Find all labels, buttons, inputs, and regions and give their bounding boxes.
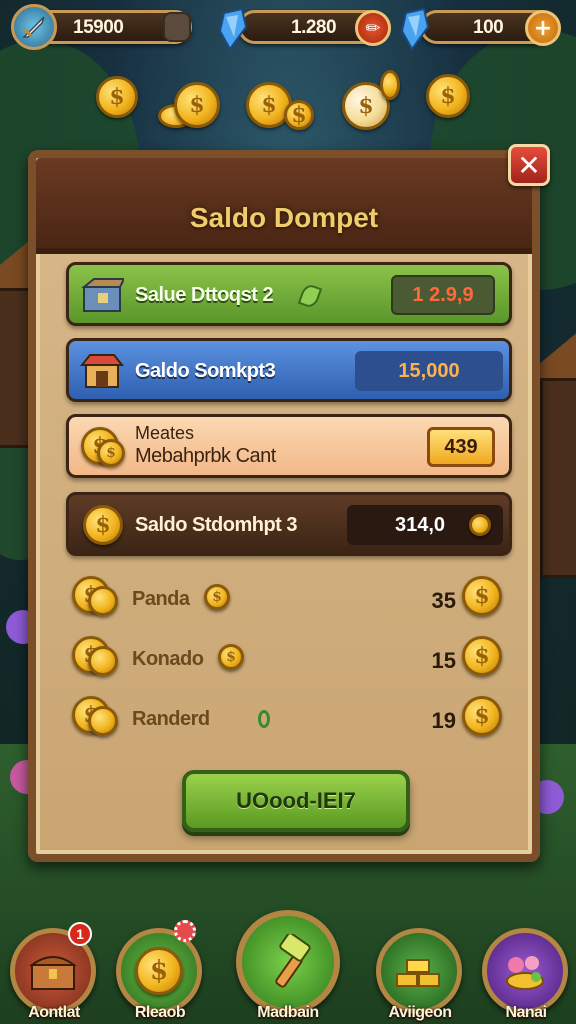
list-label: Konado [132, 648, 204, 670]
edit-button[interactable]: ✏ [355, 10, 391, 46]
row-value-text: 314,0 [395, 513, 446, 536]
floating-coins: $ $ $ $ $ $ [90, 70, 490, 140]
nav-item-chest[interactable]: 1 Aontlat [6, 912, 102, 1024]
list-label: Panda [132, 588, 190, 610]
resource-gem-1: 1.280 ✏ [218, 7, 391, 51]
coin-stack-icon: $ [72, 576, 118, 620]
balance-row-1[interactable]: Salue Dttoqst 2 1 2.9,9 [66, 262, 512, 326]
add-button[interactable]: + [525, 10, 561, 46]
resource-value: 15900 [73, 17, 124, 38]
resource-bar: 15900 1.280 ✏ 100 + [8, 4, 568, 51]
wallet-panel: Saldo Dompet Salue Dttoqst 2 1 2.9,9 Gal… [28, 150, 540, 862]
blue-gem-icon [397, 7, 433, 51]
leaf-icon [258, 710, 270, 728]
coin-icon: $ [79, 503, 125, 547]
balance-row-2[interactable]: Galdo Somkpt3 15,000 [66, 338, 512, 402]
coin-icon: $ [218, 644, 244, 670]
coin-icon [380, 70, 400, 100]
row-value: 15,000 [355, 351, 503, 391]
coin-icon: $ [426, 74, 470, 118]
balance-row-4[interactable]: $ Saldo Stdomhpt 3 314,0 [66, 492, 512, 556]
panel-title: Saldo Dompet [189, 202, 379, 233]
row-label: Saldo Stdomhpt 3 [135, 514, 298, 536]
leaf-icon [297, 282, 323, 310]
coin-icon: $ [462, 636, 502, 676]
coin-icon: $ [462, 696, 502, 736]
nav-label: Rleaob [134, 1004, 186, 1021]
nav-label: Nanai [505, 1004, 547, 1021]
resource-sword: 15900 [11, 4, 192, 50]
treasure-box-icon [79, 273, 125, 317]
flower-basket-icon [482, 928, 568, 1014]
list-item[interactable]: $ Konado $ 15 $ [72, 636, 502, 684]
resource-slot [163, 12, 191, 42]
resource-gem-2: 100 + [400, 7, 561, 51]
coin-icon: $ [204, 584, 230, 610]
nav-label: Aontlat [28, 1004, 80, 1021]
resource-value: 1.280 [291, 17, 337, 38]
hammer-icon [236, 910, 340, 1014]
row-label: Galdo Somkpt3 [135, 360, 276, 382]
row-label-top: Meates [135, 423, 195, 443]
nav-label: Aviigeon [388, 1004, 452, 1021]
list-label: Randerd [132, 708, 210, 730]
coin-stack-icon: $ [72, 696, 118, 740]
sword-icon [11, 4, 57, 50]
confirm-button[interactable]: UOood-IEI7 [182, 770, 410, 832]
bottom-nav: 1 Aontlat $ Rleaob Madbain Aviigeon Nana… [0, 908, 576, 1024]
coin-icon: $ [96, 76, 138, 118]
row-value: 314,0 [347, 505, 503, 545]
coin-icon: $ [174, 82, 220, 128]
row-label-bottom: Mebahprbk Cant [135, 445, 276, 467]
flower-icon [174, 920, 196, 942]
blue-gem-icon [215, 7, 251, 51]
nav-item-hammer[interactable]: Madbain [232, 908, 344, 1024]
list-count: 15 [431, 648, 456, 673]
list-item[interactable]: $ Randerd 19 $ [72, 696, 502, 744]
shop-icon [79, 349, 125, 393]
coin-icon: $ [284, 100, 314, 130]
nav-item-basket[interactable]: Nanai [478, 912, 574, 1024]
coin-icon: $ [462, 576, 502, 616]
nav-label: Madbain [257, 1004, 319, 1021]
list-count: 19 [431, 708, 456, 733]
balance-row-3[interactable]: $ $ Meates Mebahprbk Cant 439 [66, 414, 512, 478]
nav-item-gold[interactable]: Aviigeon [372, 912, 468, 1024]
resource-value: 100 [473, 17, 504, 38]
row-label: Salue Dttoqst 2 [135, 284, 274, 306]
list-item[interactable]: $ Panda $ 35 $ [72, 576, 502, 624]
close-button[interactable]: ✕ [508, 144, 550, 186]
coin-icon [469, 514, 491, 536]
nav-item-coin[interactable]: $ Rleaob [112, 912, 208, 1024]
coin-stack-icon: $ $ [79, 425, 125, 469]
coin-stack-icon: $ [72, 636, 118, 680]
notification-badge: 1 [68, 922, 92, 946]
list-count: 35 [431, 588, 456, 613]
row-value: 1 2.9,9 [391, 275, 495, 315]
gold-bars-icon [376, 928, 462, 1014]
row-value-badge: 439 [427, 427, 495, 467]
